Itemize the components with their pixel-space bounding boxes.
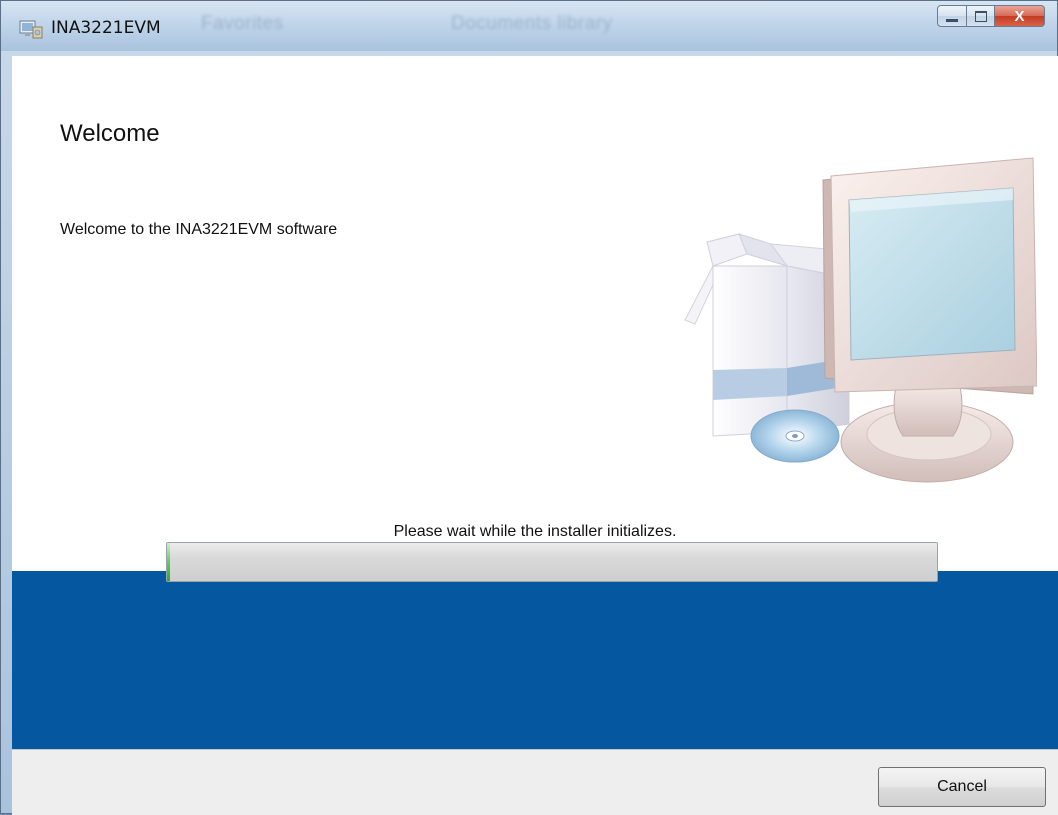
title-bar[interactable]: INA3221EVM Favorites Documents library X [1,1,1057,51]
page-title: Welcome [60,120,160,147]
window-title: INA3221EVM [51,18,161,38]
maximize-icon [974,10,987,22]
background-window-text: Favorites [201,13,284,34]
minimize-button[interactable] [937,5,967,27]
installer-window: INA3221EVM Favorites Documents library X… [0,0,1058,815]
close-icon: X [1014,7,1025,25]
status-text: Please wait while the installer initiali… [393,523,677,540]
background-window-text: Documents library [451,13,613,34]
footer-bar: Cancel [12,749,1058,815]
installer-app-icon [19,19,43,39]
cancel-button[interactable]: Cancel [878,767,1046,807]
progress-bar-fill [167,543,170,581]
minimize-icon [946,18,958,22]
progress-bar [166,542,938,582]
maximize-button[interactable] [967,5,995,27]
close-button[interactable]: X [995,5,1045,27]
window-controls: X [937,5,1045,29]
blue-banner-panel [12,571,1058,749]
computer-installer-illustration [684,157,1037,483]
installer-content: Welcome Welcome to the INA3221EVM softwa… [12,56,1058,749]
welcome-message: Welcome to the INA3221EVM software [60,221,338,238]
